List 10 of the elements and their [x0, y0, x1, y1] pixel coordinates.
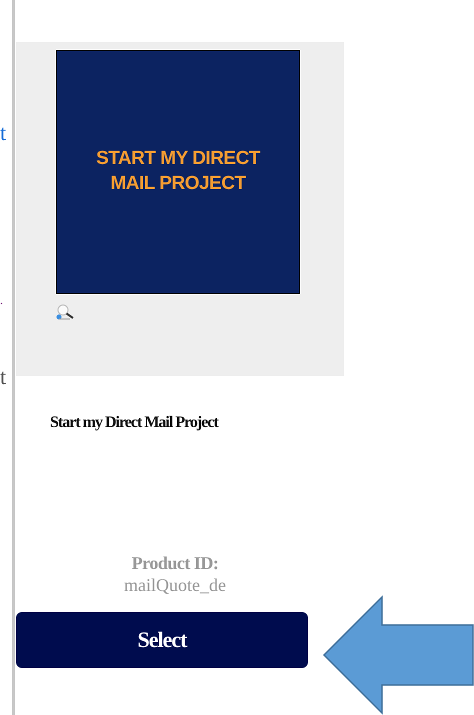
zoom-icon[interactable] [56, 304, 76, 320]
product-id-label: Product ID: [130, 553, 220, 575]
product-title: Start my Direct Mail Project [50, 414, 220, 432]
product-id-value: mailQuote_de [123, 574, 227, 596]
text-fragment: t [0, 366, 8, 388]
image-caption: START MY DIRECT MAIL PROJECT [95, 147, 262, 196]
link-text[interactable]: t [0, 122, 12, 144]
select-button[interactable]: Select [16, 612, 308, 668]
arrow-icon [322, 595, 474, 715]
text-fragment: . [0, 294, 4, 306]
